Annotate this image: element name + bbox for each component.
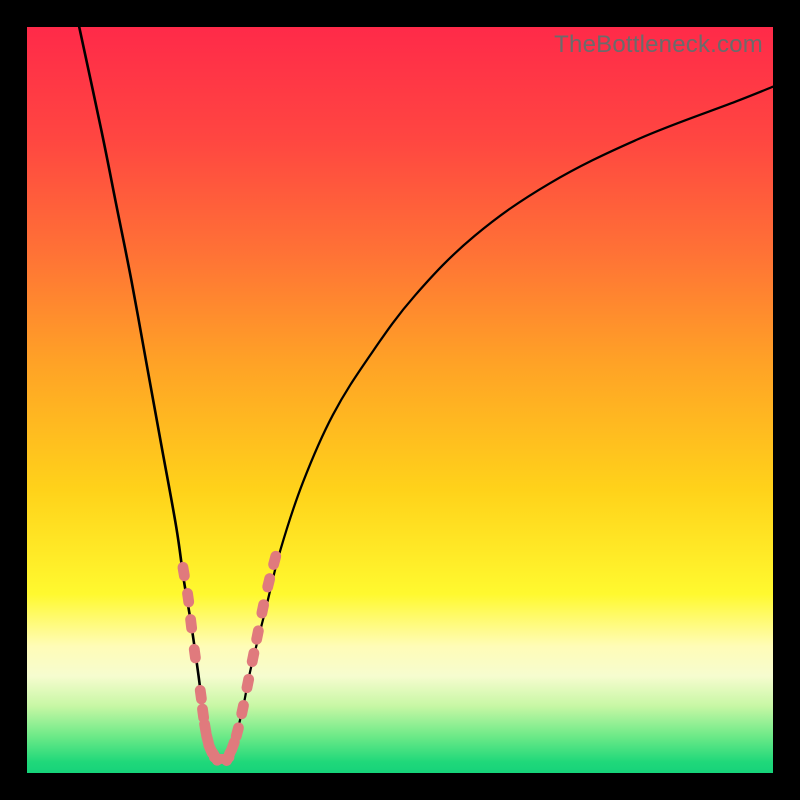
marker-pill xyxy=(246,647,260,668)
marker-pill xyxy=(255,598,270,619)
marker-pill xyxy=(181,587,194,608)
curve-layer xyxy=(27,27,773,773)
watermark-text: TheBottleneck.com xyxy=(554,31,763,59)
marker-pill xyxy=(235,699,250,720)
marker-pill xyxy=(185,614,198,635)
marker-pill xyxy=(241,673,255,694)
marker-pill xyxy=(194,684,207,705)
chart-frame: TheBottleneck.com xyxy=(27,27,773,773)
marker-pill xyxy=(188,643,201,664)
marker-group xyxy=(177,550,283,768)
right-curve xyxy=(228,87,773,758)
marker-pill xyxy=(250,624,264,645)
marker-pill xyxy=(177,561,191,582)
